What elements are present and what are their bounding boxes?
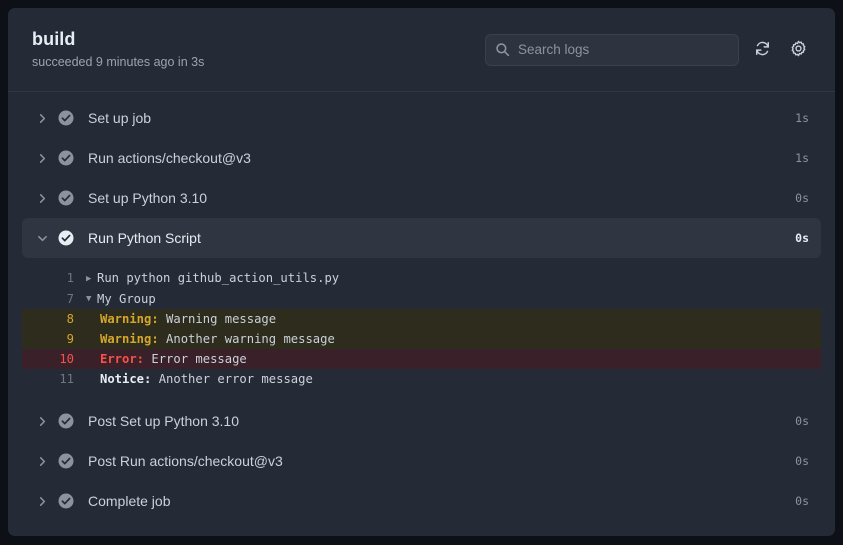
log-message: Error message xyxy=(144,352,247,366)
log-line-text: Warning: Another warning message xyxy=(86,329,821,349)
log-line-warning[interactable]: 8 Warning: Warning message xyxy=(22,309,821,329)
settings-button[interactable] xyxy=(785,37,811,63)
step-label: Run Python Script xyxy=(80,230,795,246)
check-success-icon xyxy=(52,190,80,206)
log-line-notice[interactable]: 11 Notice: Another error message xyxy=(22,369,821,389)
chevron-right-icon[interactable] xyxy=(32,496,52,507)
step-label: Complete job xyxy=(80,493,795,509)
step-row[interactable]: Set up job 1s xyxy=(22,98,821,138)
step-label: Post Set up Python 3.10 xyxy=(80,413,795,429)
check-success-icon xyxy=(52,453,80,469)
refresh-button[interactable] xyxy=(749,37,775,63)
step-row[interactable]: Set up Python 3.10 0s xyxy=(22,178,821,218)
log-severity-tag: Notice: xyxy=(100,372,151,386)
step-row[interactable]: Post Run actions/checkout@v3 0s xyxy=(22,441,821,481)
log-message: Another error message xyxy=(151,372,312,386)
log-line-number: 11 xyxy=(22,369,86,389)
step-label: Post Run actions/checkout@v3 xyxy=(80,453,795,469)
step-duration: 0s xyxy=(795,231,809,245)
job-header: build succeeded 9 minutes ago in 3s xyxy=(8,8,835,92)
job-status-text: succeeded 9 minutes ago in 3s xyxy=(32,53,204,71)
chevron-right-icon[interactable] xyxy=(32,456,52,467)
step-duration: 1s xyxy=(795,111,809,125)
log-output: 1 ▶Run python github_action_utils.py 7 ▼… xyxy=(22,262,821,397)
job-header-info: build succeeded 9 minutes ago in 3s xyxy=(32,28,204,71)
log-line-text: Error: Error message xyxy=(86,349,821,369)
log-message: Warning message xyxy=(159,312,276,326)
step-label: Set up job xyxy=(80,110,795,126)
check-success-icon xyxy=(52,493,80,509)
log-line-number: 7 xyxy=(22,289,86,309)
log-message: Run python github_action_utils.py xyxy=(97,271,339,285)
step-duration: 1s xyxy=(795,151,809,165)
step-row[interactable]: Complete job 0s xyxy=(22,481,821,521)
step-label: Set up Python 3.10 xyxy=(80,190,795,206)
triangle-right-icon[interactable]: ▶ xyxy=(86,269,97,289)
search-icon xyxy=(495,42,510,57)
chevron-down-icon[interactable] xyxy=(32,233,52,244)
search-input[interactable] xyxy=(518,42,729,57)
log-line[interactable]: 1 ▶Run python github_action_utils.py xyxy=(22,268,821,289)
check-success-icon xyxy=(52,150,80,166)
chevron-right-icon[interactable] xyxy=(32,193,52,204)
log-line-number: 10 xyxy=(22,349,86,369)
log-line-number: 9 xyxy=(22,329,86,349)
page-title: build xyxy=(32,28,204,50)
step-row[interactable]: Run actions/checkout@v3 1s xyxy=(22,138,821,178)
triangle-down-icon[interactable]: ▼ xyxy=(86,289,97,309)
job-log-panel: build succeeded 9 minutes ago in 3s xyxy=(8,8,835,536)
log-group-label: My Group xyxy=(97,292,156,306)
log-line-number: 1 xyxy=(22,268,86,288)
log-line[interactable]: 7 ▼My Group xyxy=(22,289,821,310)
log-line-text: ▼My Group xyxy=(86,289,821,310)
check-success-icon xyxy=(52,413,80,429)
chevron-right-icon[interactable] xyxy=(32,113,52,124)
log-severity-tag: Error: xyxy=(100,352,144,366)
step-label: Run actions/checkout@v3 xyxy=(80,150,795,166)
job-header-actions xyxy=(485,34,811,66)
chevron-right-icon[interactable] xyxy=(32,416,52,427)
steps-list: Set up job 1s Run actions/checkout@v3 1s… xyxy=(8,92,835,536)
gear-icon xyxy=(790,40,807,60)
refresh-icon xyxy=(754,40,771,60)
log-line-text: Warning: Warning message xyxy=(86,309,821,329)
step-duration: 0s xyxy=(795,414,809,428)
log-line-warning[interactable]: 9 Warning: Another warning message xyxy=(22,329,821,349)
chevron-right-icon[interactable] xyxy=(32,153,52,164)
check-success-icon xyxy=(52,230,80,246)
log-message: Another warning message xyxy=(159,332,335,346)
step-duration: 0s xyxy=(795,191,809,205)
step-duration: 0s xyxy=(795,454,809,468)
log-severity-tag: Warning: xyxy=(100,332,159,346)
step-row-expanded[interactable]: Run Python Script 0s xyxy=(22,218,821,258)
log-line-text: Notice: Another error message xyxy=(86,369,821,389)
search-logs-box[interactable] xyxy=(485,34,739,66)
log-severity-tag: Warning: xyxy=(100,312,159,326)
step-duration: 0s xyxy=(795,494,809,508)
check-success-icon xyxy=(52,110,80,126)
log-line-error[interactable]: 10 Error: Error message xyxy=(22,349,821,369)
step-row[interactable]: Post Set up Python 3.10 0s xyxy=(22,401,821,441)
log-line-number: 8 xyxy=(22,309,86,329)
log-line-text: ▶Run python github_action_utils.py xyxy=(86,268,821,289)
